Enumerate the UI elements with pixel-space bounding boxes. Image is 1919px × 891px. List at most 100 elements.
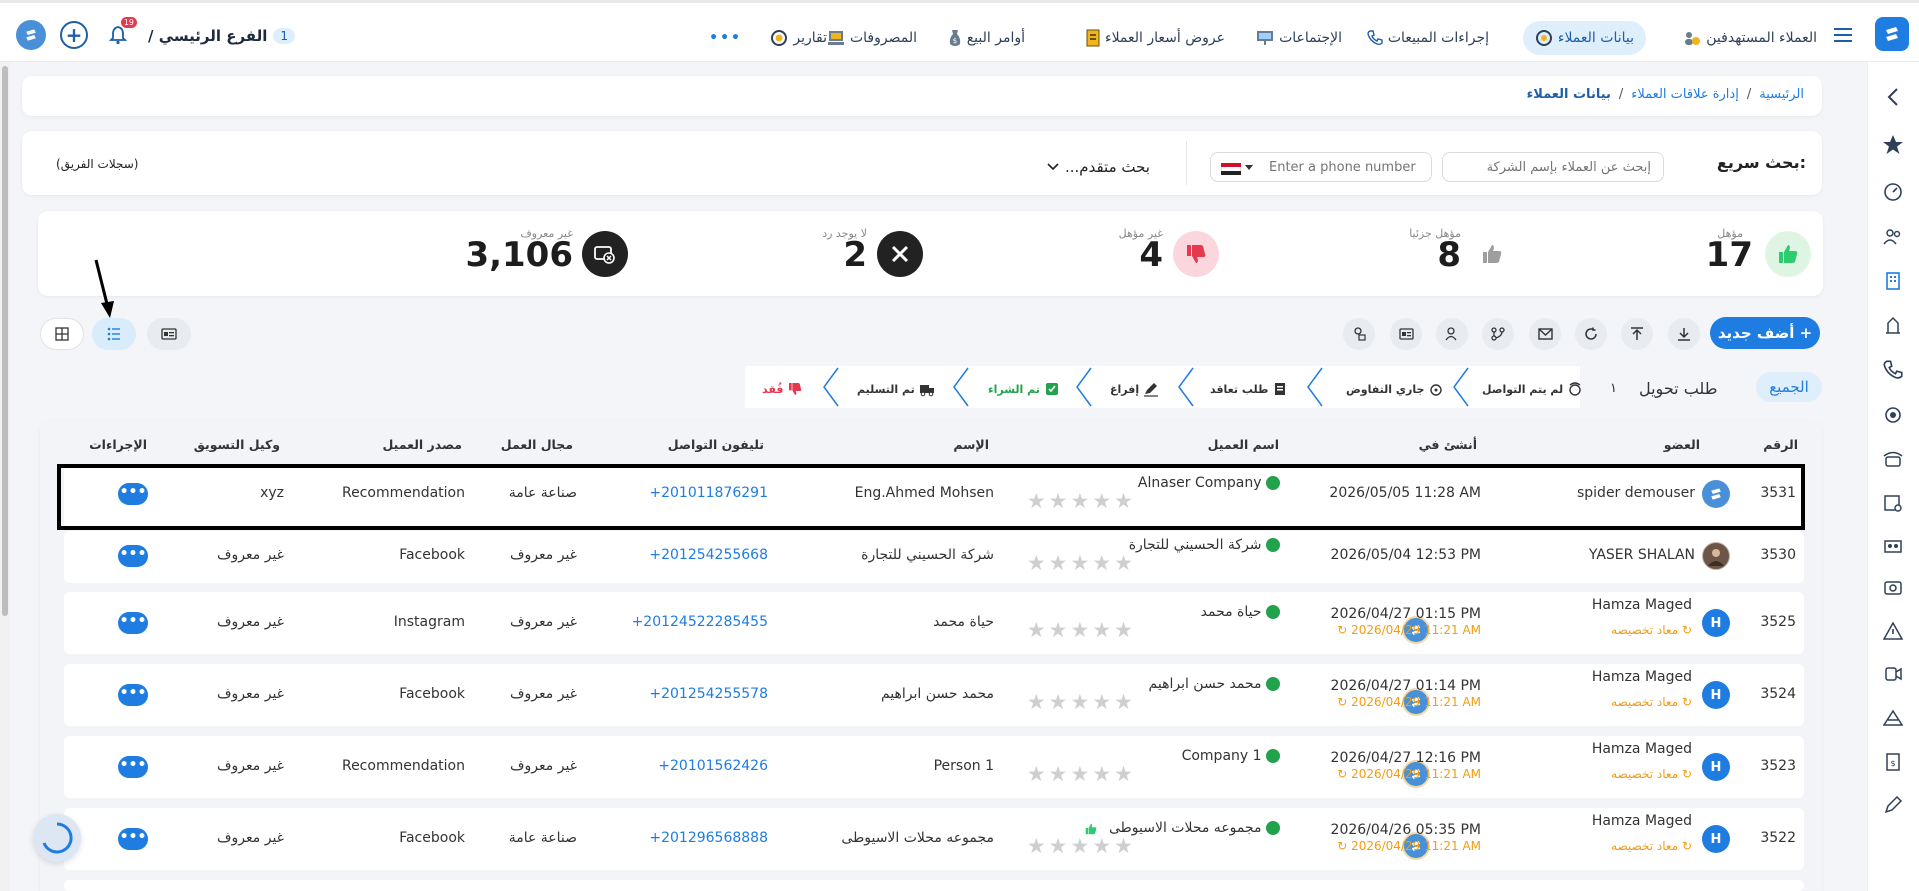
rating-stars[interactable]: ★★★★★ <box>1027 489 1136 513</box>
stage-contract-request[interactable]: طلب تعاقد <box>1210 374 1288 404</box>
add-button[interactable]: + <box>60 21 88 49</box>
add-new-button[interactable]: + أضف جديد <box>1710 317 1820 349</box>
branch-selector[interactable]: 1 الفرع الرئيسي / <box>148 23 296 49</box>
download-button[interactable] <box>1668 318 1700 350</box>
header-source[interactable]: مصدر العميل <box>383 437 463 461</box>
tab-transfer-request[interactable]: طلب تحويل ١ <box>1610 374 1717 402</box>
upload-button[interactable] <box>1621 318 1653 350</box>
row-field: غير معروف <box>510 614 577 630</box>
row-actions-button[interactable]: ••• <box>118 612 148 634</box>
row-actions-button[interactable]: ••• <box>118 545 148 567</box>
row-client[interactable]: Company 1 <box>1182 748 1280 764</box>
stage-signing[interactable]: إفراغ <box>1110 374 1159 404</box>
stage-delivered[interactable]: تم التسليم <box>857 374 935 404</box>
header-created[interactable]: أنشئ في <box>1419 437 1477 461</box>
menu-icon[interactable] <box>1831 23 1855 47</box>
stage-no-contact[interactable]: لم يتم التواصل <box>1482 374 1583 404</box>
nav-sales-actions[interactable]: إجراءات المبيعات <box>1367 21 1489 55</box>
pen-icon[interactable] <box>1880 792 1906 818</box>
company-search-input[interactable] <box>1442 152 1664 182</box>
header-name[interactable]: الإسم <box>953 437 989 461</box>
row-actions-button[interactable]: ••• <box>118 684 148 706</box>
tab-all[interactable]: الجميع <box>1756 372 1822 402</box>
row-actions-button[interactable]: ••• <box>118 756 148 778</box>
warning-icon[interactable] <box>1880 618 1906 644</box>
triangle-chart-icon[interactable] <box>1880 705 1906 731</box>
row-actions-button[interactable]: ••• <box>118 828 148 850</box>
rating-stars[interactable]: ★★★★★ <box>1027 690 1136 714</box>
rating-stars[interactable]: ★★★★★ <box>1027 762 1136 786</box>
breadcrumb-home[interactable]: الرئيسية <box>1759 87 1804 102</box>
row-phone[interactable]: +201296568888 <box>649 830 768 846</box>
row-phone[interactable]: +201254255578 <box>649 686 768 702</box>
nav-target-customers[interactable]: العملاء المستهدفين <box>1683 21 1817 55</box>
row-actions-button[interactable]: ••• <box>118 483 148 505</box>
user-avatar[interactable] <box>16 20 46 50</box>
stage-negotiation[interactable]: جاري التفاوض <box>1346 374 1444 404</box>
reassigned-label: معاد تخصيصه ↻ <box>1611 695 1692 709</box>
header-member[interactable]: العضو <box>1664 437 1700 461</box>
app-logo[interactable] <box>1875 17 1909 51</box>
users-icon[interactable] <box>1880 224 1906 250</box>
row-phone[interactable]: +201011876291 <box>649 485 768 501</box>
dashboard-gauge-icon[interactable] <box>1880 179 1906 205</box>
row-client[interactable]: محمد حسن ابراهيم <box>1149 676 1280 692</box>
grid-view-button[interactable] <box>40 318 84 350</box>
header-field[interactable]: مجال العمل <box>501 437 573 461</box>
nav-sales-orders[interactable]: $ أوامر البيع <box>948 21 1025 55</box>
user-lock-icon <box>1445 327 1459 341</box>
machine-icon[interactable] <box>1880 575 1906 601</box>
row-client[interactable]: حياة محمد <box>1201 604 1280 620</box>
calls-icon[interactable] <box>1880 357 1906 383</box>
notification-bell-icon[interactable]: 19 <box>105 17 137 48</box>
nav-reports[interactable]: تقارير <box>770 21 827 55</box>
video-icon[interactable] <box>1880 661 1906 687</box>
target-icon[interactable] <box>1880 402 1906 428</box>
favorites-star-icon[interactable] <box>1880 132 1906 158</box>
collapse-arrow-icon[interactable] <box>1880 84 1906 110</box>
user-money-button[interactable] <box>1343 318 1375 350</box>
stage-label: لم يتم التواصل <box>1482 382 1564 396</box>
row-phone[interactable]: +201254255668 <box>649 547 768 563</box>
phone-number-input[interactable] <box>1269 157 1425 177</box>
stage-lost[interactable]: فُقد <box>762 374 803 404</box>
breadcrumb-crm[interactable]: إدارة علاقات العملاء <box>1631 87 1739 102</box>
row-client[interactable]: شركة الحسيني للتجارة <box>1129 537 1280 553</box>
header-agent[interactable]: وكيل التسويق <box>194 437 280 461</box>
row-client[interactable]: Alnaser Company <box>1138 475 1280 491</box>
phone-input-wrapper[interactable] <box>1210 152 1432 182</box>
nav-expenses[interactable]: المصروفات <box>827 21 917 55</box>
realestate-icon[interactable] <box>1880 312 1906 338</box>
table-row[interactable] <box>64 880 1804 891</box>
team-records-label[interactable]: (سجلات الفريق) <box>56 157 138 171</box>
invoice-icon[interactable]: $ <box>1880 749 1906 775</box>
advanced-search-dropdown[interactable]: بحث متقدم... <box>1047 158 1150 176</box>
telephone-icon[interactable] <box>1880 446 1906 472</box>
calendar-settings-icon[interactable] <box>1880 490 1906 516</box>
card-view-button[interactable] <box>147 318 191 350</box>
client-name-text: شركة الحسيني للتجارة <box>1128 537 1262 553</box>
rating-stars[interactable]: ★★★★★ <box>1027 834 1136 858</box>
nav-customer-data[interactable]: بيانات العملاء <box>1522 21 1646 55</box>
more-nav-button[interactable]: ••• <box>709 21 742 55</box>
branch-button[interactable] <box>1482 318 1514 350</box>
header-num[interactable]: الرقم <box>1763 437 1798 461</box>
rating-stars[interactable]: ★★★★★ <box>1027 618 1136 642</box>
row-field: غير معروف <box>510 686 577 702</box>
card-button[interactable] <box>1390 318 1422 350</box>
stage-purchased[interactable]: تم الشراء <box>988 374 1060 404</box>
header-phone[interactable]: تليفون التواصل <box>668 437 764 461</box>
row-phone[interactable]: +20124522285455 <box>632 614 768 630</box>
building-icon[interactable] <box>1880 268 1906 294</box>
list-view-button[interactable] <box>92 318 136 350</box>
assign-user-button[interactable] <box>1436 318 1468 350</box>
team-icon[interactable] <box>1880 532 1906 558</box>
nav-meetings[interactable]: الإجتماعات <box>1256 21 1342 55</box>
refresh-button[interactable] <box>1575 318 1607 350</box>
email-button[interactable] <box>1529 318 1561 350</box>
page-scrollbar[interactable] <box>0 62 10 891</box>
row-phone[interactable]: +20101562426 <box>658 758 768 774</box>
rating-stars[interactable]: ★★★★★ <box>1027 551 1136 575</box>
nav-quotes[interactable]: عروض أسعار العملاء <box>1086 21 1225 55</box>
header-client-name[interactable]: اسم العميل <box>1208 437 1279 461</box>
